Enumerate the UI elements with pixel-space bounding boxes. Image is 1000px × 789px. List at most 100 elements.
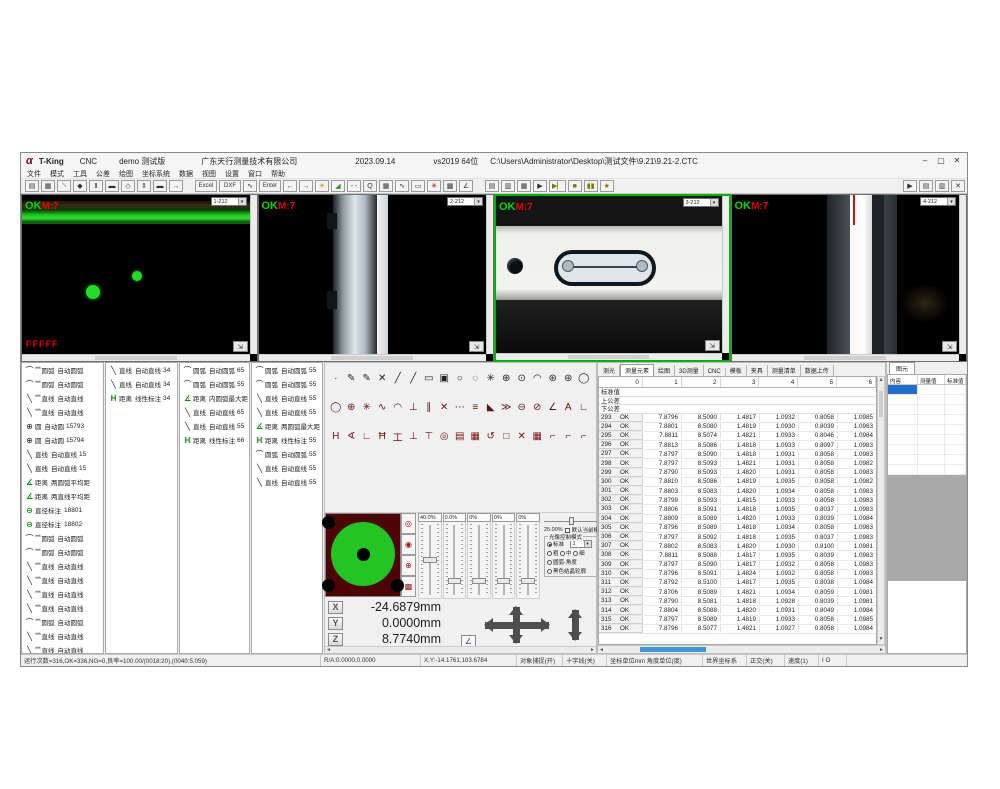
detail-row[interactable]: [888, 455, 966, 465]
play-right-button[interactable]: ▶: [903, 180, 917, 192]
measure-tool-icon[interactable]: ╱: [406, 371, 422, 386]
measure-tool-icon[interactable]: ∟: [359, 429, 375, 444]
arrow-right-button[interactable]: →: [299, 180, 313, 192]
delete-button[interactable]: ✕: [951, 180, 965, 192]
z-jog-arrows[interactable]: [565, 603, 587, 647]
list-item[interactable]: H距离线性标注34: [106, 391, 177, 405]
measure-tool-icon[interactable]: □: [499, 429, 515, 444]
list-item[interactable]: ╲直线自动直线65: [180, 405, 249, 419]
measure-tool-icon[interactable]: ≫: [499, 400, 515, 415]
measure-tool-icon[interactable]: ·: [328, 371, 344, 386]
list-item[interactable]: H距离线性标注66: [180, 433, 249, 447]
measure-tool-icon[interactable]: ⊘: [530, 400, 546, 415]
light-bulb-button[interactable]: ☀: [315, 180, 329, 192]
list-item[interactable]: ╲直线自动直线55: [252, 475, 322, 489]
radio-标准[interactable]: [547, 542, 552, 547]
maximize-button[interactable]: ▢: [933, 154, 949, 167]
list-item[interactable]: ∡距离两直线平均距: [22, 489, 103, 503]
chevron-down-icon[interactable]: ▾: [947, 198, 955, 205]
dxf-export-button[interactable]: DXF: [219, 180, 241, 192]
table-row[interactable]: 305OK7.87968.50891.48181.09340.80581.098…: [599, 524, 876, 533]
camera-view-4[interactable]: OKM:7 4-212▾ ⇲: [731, 194, 968, 362]
camera-vscrollbar[interactable]: [250, 195, 257, 354]
close-button[interactable]: ✕: [949, 154, 965, 167]
table-hscrollbar[interactable]: ◄►: [598, 645, 885, 653]
measure-tool-icon[interactable]: ⊕: [344, 400, 360, 415]
measure-tool-icon[interactable]: ◎: [437, 429, 453, 444]
radio-黑色结晶轮廓[interactable]: [547, 569, 552, 574]
detail-row[interactable]: [888, 415, 966, 425]
measure-tool-icon[interactable]: ⊤: [421, 429, 437, 444]
measure-tool-icon[interactable]: ∟: [576, 400, 592, 415]
table-row[interactable]: 304OK7.88098.50891.48201.09330.80391.098…: [599, 515, 876, 524]
measure-tool-icon[interactable]: ◌: [468, 371, 484, 386]
table-vscrollbar[interactable]: ▲▼: [877, 376, 885, 645]
menu-模式[interactable]: 模式: [50, 169, 64, 179]
table-row[interactable]: 298OK7.87978.50931.48211.09310.80581.098…: [599, 459, 876, 468]
list-item[interactable]: ⌒圆弧自动圆弧55: [252, 363, 322, 377]
camera-hscrollbar[interactable]: [259, 354, 487, 361]
measure-tool-icon[interactable]: ▭: [421, 371, 437, 386]
measure-tool-icon[interactable]: ↺: [483, 429, 499, 444]
light-slider-4[interactable]: 0%: [492, 513, 516, 599]
measure-tool-icon[interactable]: ⊕: [499, 371, 515, 386]
tab-3D测量[interactable]: 3D测量: [675, 365, 704, 376]
measure-tool-icon[interactable]: ⊙: [514, 371, 530, 386]
list-item[interactable]: ⊕圆自动圆15794: [22, 433, 103, 447]
list-item[interactable]: ⌒圆弧自动圆弧55: [180, 377, 249, 391]
detail-row[interactable]: [888, 435, 966, 445]
table-row[interactable]: 315OK7.87978.50891.48191.09330.80581.098…: [599, 616, 876, 625]
camera-vscrollbar[interactable]: [486, 195, 493, 354]
radio-粗[interactable]: [547, 551, 552, 556]
table-row[interactable]: 316OK7.87968.50771.48211.09270.80581.098…: [599, 625, 876, 634]
light-pattern-button-3[interactable]: ⊕: [401, 555, 416, 576]
camera-view-2[interactable]: OKM:7 2-212▾ ⇲: [258, 194, 495, 362]
camera-hscrollbar[interactable]: [496, 353, 722, 360]
panel-tool-2-button[interactable]: ▬: [153, 180, 167, 192]
camera-selector[interactable]: 2-212▾: [447, 197, 483, 206]
measure-tool-icon[interactable]: ⌐: [576, 429, 592, 444]
measure-tool-icon[interactable]: ▦: [530, 429, 546, 444]
open-2-button[interactable]: ▦: [517, 180, 531, 192]
zoom-search-button[interactable]: Q: [363, 180, 377, 192]
list-item[interactable]: ∡距离内圆弧最大距: [180, 391, 249, 405]
measure-tool-icon[interactable]: ▣: [437, 371, 453, 386]
list-item[interactable]: ╲***直线自动直线: [22, 643, 103, 654]
measure-tool-icon[interactable]: ⊥: [406, 429, 422, 444]
camera-hscrollbar[interactable]: [732, 354, 960, 361]
shield-light-button[interactable]: ◇: [121, 180, 135, 192]
list-item[interactable]: ⌒***圆弧自动圆弧: [22, 545, 103, 559]
measure-tool-icon[interactable]: 工: [390, 429, 406, 444]
measure-tool-icon[interactable]: ○: [452, 371, 468, 386]
measure-tool-icon[interactable]: ◯: [328, 400, 344, 415]
save-2-button[interactable]: ▤: [485, 180, 499, 192]
qr-code-button[interactable]: ▩: [443, 180, 457, 192]
detail-row[interactable]: [888, 425, 966, 435]
table-row[interactable]: 309OK7.87978.50901.48171.09320.80581.098…: [599, 561, 876, 570]
table-row[interactable]: 314OK7.88048.50881.48201.09310.80491.098…: [599, 606, 876, 615]
measure-tool-icon[interactable]: ◯: [576, 371, 592, 386]
list-item[interactable]: ╲***直线自动直线: [22, 629, 103, 643]
list-item[interactable]: ╲直线自动直线55: [252, 405, 322, 419]
table-row[interactable]: 311OK7.87928.51001.48171.09350.80381.098…: [599, 579, 876, 588]
default-mode-checkbox[interactable]: [565, 528, 570, 533]
menu-帮助[interactable]: 帮助: [271, 169, 285, 179]
measure-tool-icon[interactable]: ⊖: [514, 400, 530, 415]
menu-视图[interactable]: 视图: [202, 169, 216, 179]
list-item[interactable]: ╲直线自动直线55: [252, 461, 322, 475]
curve-button[interactable]: ∿: [395, 180, 409, 192]
dashes-button[interactable]: - -: [347, 180, 361, 192]
slider-thumb[interactable]: [423, 557, 437, 563]
list-item[interactable]: ⊕圆自动圆15793: [22, 419, 103, 433]
detail-row[interactable]: [888, 405, 966, 415]
measure-tool-icon[interactable]: ✳: [483, 371, 499, 386]
shield-dark-button[interactable]: ◆: [73, 180, 87, 192]
list-item[interactable]: ╲直线自动直线15: [22, 461, 103, 475]
list-item[interactable]: ╲***直线自动直线: [22, 405, 103, 419]
menu-坐标系统[interactable]: 坐标系统: [142, 169, 170, 179]
pattern-button[interactable]: ▦: [379, 180, 393, 192]
measure-tool-icon[interactable]: ≡: [468, 400, 484, 415]
measure-tool-icon[interactable]: ✕: [375, 371, 391, 386]
list-item[interactable]: ╲***直线自动直线: [22, 601, 103, 615]
measure-tool-icon[interactable]: ⊛: [545, 371, 561, 386]
